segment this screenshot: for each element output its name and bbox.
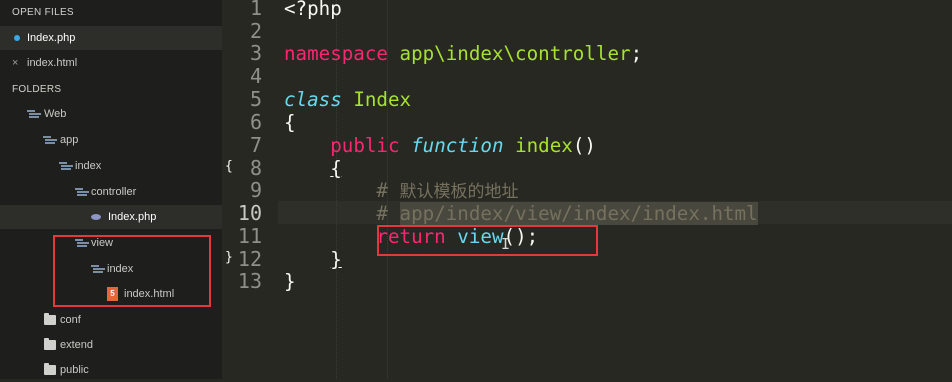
code-line-9: # 默认模板的地址 bbox=[284, 179, 519, 202]
tree-item-label: public bbox=[60, 364, 89, 376]
code-line-1: <?php bbox=[284, 0, 342, 20]
code-line-5: class Index bbox=[284, 88, 411, 111]
folder-icon bbox=[44, 363, 56, 375]
brace-matched: { bbox=[330, 157, 342, 180]
line-number: 1 bbox=[249, 0, 262, 20]
tree-item-index-php[interactable]: Index.php bbox=[0, 205, 222, 229]
keyword-function: function bbox=[411, 134, 504, 157]
open-file-index-php[interactable]: Index.php bbox=[0, 26, 222, 50]
php-file-icon bbox=[91, 214, 101, 220]
brace: { bbox=[284, 111, 296, 134]
tree-item-web[interactable]: Web bbox=[0, 102, 222, 126]
code-line-12: } bbox=[284, 248, 342, 271]
brace-matched: } bbox=[330, 248, 342, 271]
comment-path-selected: app/index/view/index/index.html bbox=[399, 202, 758, 225]
fold-open-marker[interactable]: { bbox=[225, 159, 233, 174]
tree-item-app[interactable]: app bbox=[0, 128, 222, 152]
method-name: index bbox=[515, 134, 573, 157]
semicolon: ; bbox=[630, 42, 643, 65]
keyword-namespace: namespace bbox=[284, 42, 388, 65]
line-number: 6 bbox=[249, 110, 262, 134]
tree-item-controller[interactable]: controller bbox=[0, 180, 222, 204]
code-line-6: { bbox=[284, 111, 296, 134]
line-number: 7 bbox=[249, 133, 262, 157]
code-line-3: namespace app\index\controller; bbox=[284, 42, 642, 65]
php-open-tag: <?php bbox=[284, 0, 342, 20]
tree-item-label: conf bbox=[60, 314, 81, 326]
fold-close-marker[interactable]: } bbox=[225, 250, 233, 265]
tree-item-label: app bbox=[60, 134, 79, 146]
folder-icon bbox=[44, 313, 56, 325]
line-number-gutter: 1 2 3 4 5 6 7 8 9 10 11 12 13 { } bbox=[222, 0, 278, 379]
modified-dot-icon bbox=[14, 35, 20, 41]
line-number: 11 bbox=[237, 224, 262, 248]
code-line-10: # app/index/view/index/index.html bbox=[284, 202, 758, 225]
close-icon[interactable]: × bbox=[12, 51, 18, 75]
folders-header: FOLDERS bbox=[12, 84, 62, 95]
tree-item-label: controller bbox=[91, 186, 137, 198]
folder-icon bbox=[44, 338, 56, 350]
tree-item-label: index bbox=[75, 160, 102, 172]
line-number: 2 bbox=[249, 19, 262, 43]
tree-item-label: extend bbox=[60, 339, 94, 351]
tree-item-public[interactable]: public bbox=[0, 358, 222, 382]
code-line-13: } bbox=[284, 270, 296, 293]
line-number: 4 bbox=[249, 64, 262, 88]
annotation-box-return-view bbox=[377, 225, 598, 256]
class-name: Index bbox=[353, 88, 412, 111]
tree-item-conf[interactable]: conf bbox=[0, 308, 222, 332]
tree-item-index[interactable]: index bbox=[0, 154, 222, 178]
keyword-class: class bbox=[284, 88, 342, 111]
folder-open-icon bbox=[75, 188, 89, 197]
folder-open-icon bbox=[27, 110, 41, 119]
line-number-current: 10 bbox=[237, 201, 262, 225]
line-number: 3 bbox=[249, 41, 262, 65]
line-number: 5 bbox=[249, 87, 262, 111]
code-line-8: { bbox=[284, 157, 342, 180]
namespace-path: app\index\controller bbox=[399, 42, 631, 65]
open-file-label: index.html bbox=[27, 57, 78, 69]
keyword-public: public bbox=[330, 134, 400, 157]
code-editor[interactable]: <?php namespace app\index\controller; cl… bbox=[284, 0, 952, 379]
open-file-label: Index.php bbox=[27, 32, 76, 44]
folder-open-icon bbox=[59, 162, 73, 171]
folder-open-icon bbox=[43, 136, 57, 145]
comment-hash: # bbox=[376, 202, 388, 225]
brace: } bbox=[284, 270, 296, 293]
comment-text: 默认模板的地址 bbox=[399, 182, 519, 202]
parens: () bbox=[572, 134, 596, 157]
tree-item-label: Index.php bbox=[108, 211, 157, 223]
line-number: 13 bbox=[237, 269, 262, 293]
open-files-header: OPEN FILES bbox=[12, 7, 74, 18]
tree-item-label: Web bbox=[44, 108, 67, 120]
open-file-index-html[interactable]: × index.html bbox=[0, 51, 222, 75]
code-line-7: public function index() bbox=[284, 134, 596, 157]
comment-hash: # bbox=[376, 179, 388, 202]
line-number: 9 bbox=[249, 178, 262, 202]
tree-item-extend[interactable]: extend bbox=[0, 333, 222, 357]
annotation-box-view-folder bbox=[53, 235, 211, 307]
sidebar: OPEN FILES Index.php × index.html FOLDER… bbox=[0, 0, 222, 379]
